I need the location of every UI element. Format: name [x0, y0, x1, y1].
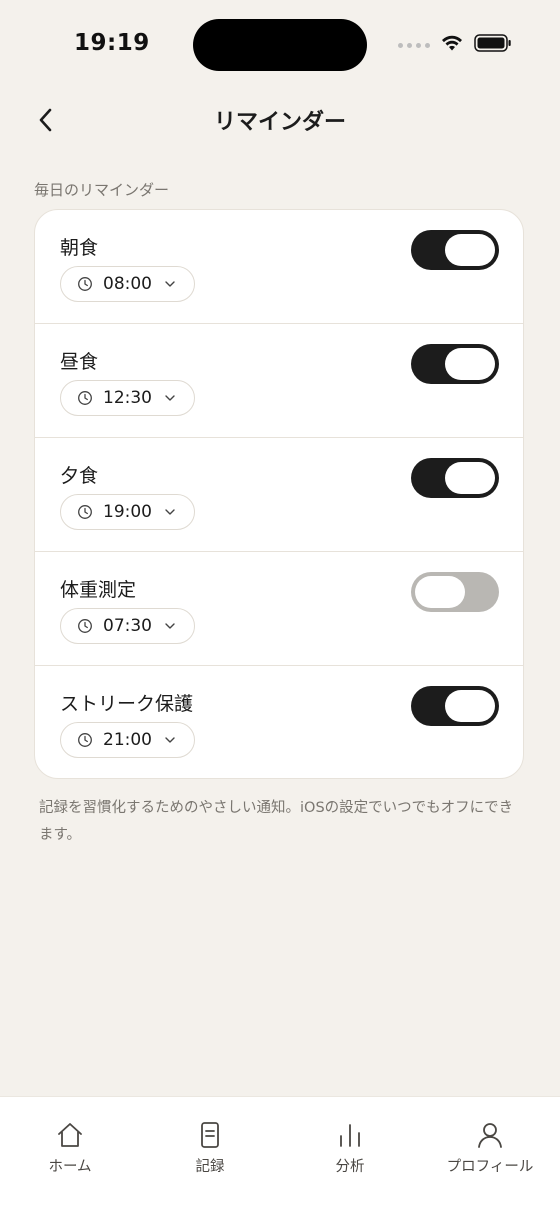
reminder-toggle[interactable]	[411, 344, 499, 384]
time-value: 08:00	[103, 274, 152, 294]
cellular-signal-icon	[398, 42, 430, 48]
reminder-title: ストリーク保護	[60, 693, 194, 715]
clock-icon	[77, 390, 93, 406]
time-picker-button[interactable]: 08:00	[60, 266, 195, 302]
reminder-title: 体重測定	[60, 579, 137, 601]
time-picker-button[interactable]: 07:30	[60, 608, 195, 644]
chevron-down-icon	[164, 736, 176, 744]
home-icon	[55, 1119, 85, 1151]
dynamic-island	[193, 19, 367, 71]
toggle-knob	[445, 462, 495, 494]
toggle-knob	[415, 576, 465, 608]
chevron-down-icon	[164, 622, 176, 630]
tab-label: ホーム	[48, 1159, 92, 1175]
reminder-row-weight: 体重測定 07:30	[35, 552, 523, 666]
clock-icon	[77, 618, 93, 634]
time-picker-button[interactable]: 19:00	[60, 494, 195, 530]
tab-profile[interactable]: プロフィール	[420, 1097, 560, 1219]
tab-bar: ホーム 記録 分析 プロフィール	[0, 1096, 560, 1219]
bar-chart-icon	[335, 1119, 365, 1151]
toggle-knob	[445, 348, 495, 380]
time-value: 19:00	[103, 502, 152, 522]
time-value: 07:30	[103, 616, 152, 636]
reminder-row-lunch: 昼食 12:30	[35, 324, 523, 438]
reminder-title: 朝食	[60, 237, 99, 259]
reminder-row-dinner: 夕食 19:00	[35, 438, 523, 552]
clock-icon	[77, 504, 93, 520]
reminders-card: 朝食 08:00 昼食 12:30 夕食 19:00 体重測定 07:30 スト…	[34, 209, 524, 779]
status-time: 19:19	[74, 30, 150, 56]
tab-label: 記録	[195, 1159, 225, 1175]
clock-icon	[77, 732, 93, 748]
status-icons	[398, 34, 512, 56]
reminder-title: 昼食	[60, 351, 99, 373]
person-icon	[475, 1119, 505, 1151]
section-label: 毎日のリマインダー	[34, 181, 170, 199]
reminder-toggle[interactable]	[411, 686, 499, 726]
reminder-row-streak: ストリーク保護 21:00	[35, 666, 523, 778]
tab-label: 分析	[335, 1159, 365, 1175]
navigation-bar: リマインダー	[0, 92, 560, 144]
tab-label: プロフィール	[446, 1159, 534, 1175]
clock-icon	[77, 276, 93, 292]
reminder-row-breakfast: 朝食 08:00	[35, 210, 523, 324]
status-bar: 19:19	[0, 0, 560, 90]
reminder-toggle[interactable]	[411, 572, 499, 612]
reminder-toggle[interactable]	[411, 458, 499, 498]
toggle-knob	[445, 234, 495, 266]
chevron-down-icon	[164, 280, 176, 288]
document-icon	[195, 1119, 225, 1151]
chevron-down-icon	[164, 394, 176, 402]
footnote-text: 記録を習慣化するためのやさしい通知。iOSの設定でいつでもオフにできます。	[39, 800, 514, 843]
wifi-icon	[440, 34, 464, 56]
time-value: 12:30	[103, 388, 152, 408]
time-value: 21:00	[103, 730, 152, 750]
reminder-toggle[interactable]	[411, 230, 499, 270]
tab-log[interactable]: 記録	[140, 1097, 280, 1219]
chevron-down-icon	[164, 508, 176, 516]
battery-icon	[474, 34, 512, 56]
time-picker-button[interactable]: 21:00	[60, 722, 195, 758]
page-title: リマインダー	[213, 110, 346, 135]
toggle-knob	[445, 690, 495, 722]
tab-analytics[interactable]: 分析	[280, 1097, 420, 1219]
time-picker-button[interactable]: 12:30	[60, 380, 195, 416]
reminder-title: 夕食	[60, 465, 99, 487]
tab-home[interactable]: ホーム	[0, 1097, 140, 1219]
